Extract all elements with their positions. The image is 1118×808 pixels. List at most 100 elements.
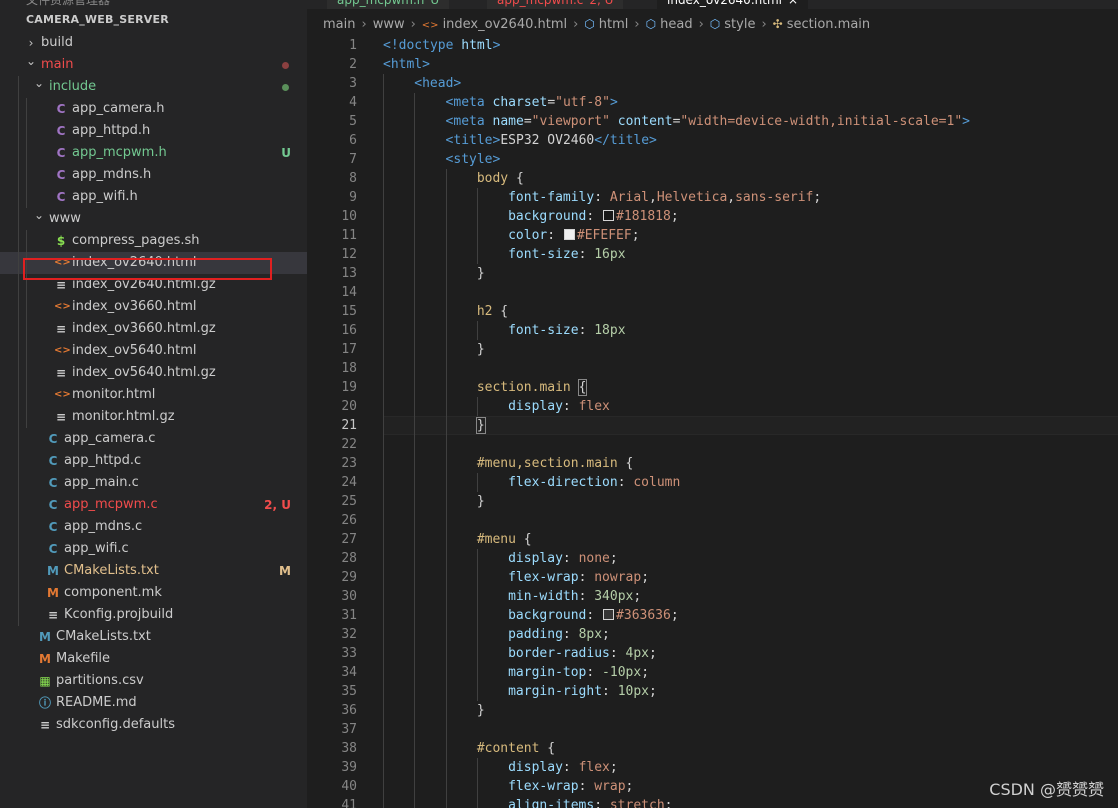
- file-row[interactable]: <> monitor.html: [0, 384, 307, 406]
- indent-guide: [445, 397, 447, 416]
- code-line[interactable]: 30 min-width: 340px;: [307, 587, 1118, 606]
- code-line[interactable]: 15 h2 {: [307, 302, 1118, 321]
- code-line[interactable]: 11 color: #EFEFEF;: [307, 226, 1118, 245]
- code-line[interactable]: 39 display: flex;: [307, 758, 1118, 777]
- code-line[interactable]: 4 <meta charset="utf-8">: [307, 93, 1118, 112]
- file-row[interactable]: Capp_mdns.h: [0, 164, 307, 186]
- code-line[interactable]: 27 #menu {: [307, 530, 1118, 549]
- code-line[interactable]: 14: [307, 283, 1118, 302]
- code-line[interactable]: 6 <title>ESP32 OV2460</title>: [307, 131, 1118, 150]
- breadcrumb-item[interactable]: www: [373, 17, 405, 32]
- code-line[interactable]: 38 #content {: [307, 739, 1118, 758]
- code-line[interactable]: 24 flex-direction: column: [307, 473, 1118, 492]
- code-line[interactable]: 35 margin-right: 10px;: [307, 682, 1118, 701]
- file-row[interactable]: Capp_wifi.c: [0, 538, 307, 560]
- code-token: body: [476, 171, 509, 186]
- code-line[interactable]: 33 border-radius: 4px;: [307, 644, 1118, 663]
- code-token: ;: [641, 570, 650, 585]
- file-row[interactable]: M CMakeLists.txt: [0, 626, 307, 648]
- editor-tab[interactable]: app_mcpwm.h U: [327, 0, 450, 9]
- code-line[interactable]: 2 <html>: [307, 55, 1118, 74]
- file-row[interactable]: ⓘ README.md: [0, 692, 307, 714]
- code-line[interactable]: 36}: [307, 701, 1118, 720]
- code-line[interactable]: 5 <meta name="viewport" content="width=de…: [307, 112, 1118, 131]
- code-token: border-radius: [508, 646, 610, 661]
- code-line[interactable]: 26: [307, 511, 1118, 530]
- file-row[interactable]: Capp_camera.h: [0, 98, 307, 120]
- code-line[interactable]: 31 background: #363636;: [307, 606, 1118, 625]
- color-swatch-icon[interactable]: [603, 609, 615, 620]
- file-row[interactable]: M Makefile: [0, 648, 307, 670]
- file-row[interactable]: ▦ partitions.csv: [0, 670, 307, 692]
- code-line[interactable]: 19 section.main {: [307, 378, 1118, 397]
- code-line[interactable]: 18: [307, 359, 1118, 378]
- folder-row[interactable]: ⌄ include: [0, 76, 307, 98]
- file-row[interactable]: M CMakeLists.txt M: [0, 560, 307, 582]
- code-line[interactable]: 12 font-size: 16px: [307, 245, 1118, 264]
- code-line[interactable]: 8 body {: [307, 169, 1118, 188]
- code-line[interactable]: 16 font-size: 18px: [307, 321, 1118, 340]
- code-line[interactable]: 7 <style>: [307, 150, 1118, 169]
- code-line[interactable]: 22: [307, 435, 1118, 454]
- file-label: index_ov5640.html: [72, 343, 197, 358]
- code-line[interactable]: 23 #menu,section.main {: [307, 454, 1118, 473]
- file-row[interactable]: ≡ index_ov3660.html.gz: [0, 318, 307, 340]
- breadcrumb-item[interactable]: main: [323, 17, 355, 32]
- indent-guide: [414, 321, 416, 340]
- file-row[interactable]: Capp_mdns.c: [0, 516, 307, 538]
- code-line[interactable]: 3 <head>: [307, 74, 1118, 93]
- file-row[interactable]: ≡ monitor.html.gz: [0, 406, 307, 428]
- code-line[interactable]: 21}: [307, 416, 1118, 435]
- file-row[interactable]: Capp_mcpwm.h U: [0, 142, 307, 164]
- code-line[interactable]: 29 flex-wrap: nowrap;: [307, 568, 1118, 587]
- file-row[interactable]: Capp_main.c: [0, 472, 307, 494]
- file-row[interactable]: Capp_wifi.h: [0, 186, 307, 208]
- breadcrumb-item[interactable]: style: [724, 17, 755, 32]
- file-row[interactable]: Mcomponent.mk: [0, 582, 307, 604]
- explorer-root-folder[interactable]: CAMERA_WEB_SERVER: [0, 8, 307, 32]
- code-line[interactable]: 1 <!doctype html>: [307, 36, 1118, 55]
- code-line[interactable]: 34 margin-top: -10px;: [307, 663, 1118, 682]
- code-text: flex-wrap: wrap;: [508, 777, 633, 796]
- code-line[interactable]: 10 background: #181818;: [307, 207, 1118, 226]
- code-token: :: [562, 760, 579, 775]
- file-row[interactable]: <> index_ov5640.html: [0, 340, 307, 362]
- file-row[interactable]: ≡ index_ov5640.html.gz: [0, 362, 307, 384]
- html-file-icon: <>: [54, 345, 71, 356]
- code-line[interactable]: 32 padding: 8px;: [307, 625, 1118, 644]
- file-row[interactable]: Capp_camera.c: [0, 428, 307, 450]
- indent-guide: [414, 473, 416, 492]
- breadcrumb-item[interactable]: head: [660, 17, 692, 32]
- file-row[interactable]: $ compress_pages.sh: [0, 230, 307, 252]
- file-row[interactable]: ≡ Kconfig.projbuild: [0, 604, 307, 626]
- file-row[interactable]: Capp_mcpwm.c 2, U: [0, 494, 307, 516]
- folder-row[interactable]: › build: [0, 32, 307, 54]
- indent-guide: [383, 131, 384, 150]
- code-text: body {: [477, 169, 524, 188]
- file-row[interactable]: <> index_ov3660.html: [0, 296, 307, 318]
- code-token: sans-serif: [735, 190, 814, 205]
- breadcrumb-item[interactable]: index_ov2640.html: [443, 17, 568, 32]
- editor-tab[interactable]: app_mcpwm.c 2, U: [487, 0, 624, 9]
- file-row[interactable]: Capp_httpd.c: [0, 450, 307, 472]
- breadcrumb-item[interactable]: section.main: [787, 17, 870, 32]
- code-line[interactable]: 37: [307, 720, 1118, 739]
- code-line[interactable]: 17}: [307, 340, 1118, 359]
- breadcrumb-item[interactable]: html: [599, 17, 629, 32]
- editor-tab[interactable]: index_ov2640.html ×: [657, 0, 809, 9]
- code-line[interactable]: 20 display: flex: [307, 397, 1118, 416]
- file-row[interactable]: ≡ sdkconfig.defaults: [0, 714, 307, 736]
- code-editor[interactable]: 1 <!doctype html> 2 <html> 3 <head> 4 <meta cha…: [307, 36, 1118, 808]
- file-label: index_ov5640.html.gz: [72, 365, 216, 380]
- color-swatch-icon[interactable]: [603, 210, 615, 221]
- file-row[interactable]: Capp_httpd.h: [0, 120, 307, 142]
- folder-row[interactable]: ⌄ main: [0, 54, 307, 76]
- indent-guide: [383, 720, 384, 739]
- code-token: :: [562, 551, 579, 566]
- code-line[interactable]: 9 font-family: Arial,Helvetica,sans-serif…: [307, 188, 1118, 207]
- code-line[interactable]: 13}: [307, 264, 1118, 283]
- folder-row[interactable]: ⌄ www: [0, 208, 307, 230]
- code-line[interactable]: 25}: [307, 492, 1118, 511]
- code-line[interactable]: 28 display: none;: [307, 549, 1118, 568]
- color-swatch-icon[interactable]: [563, 229, 575, 240]
